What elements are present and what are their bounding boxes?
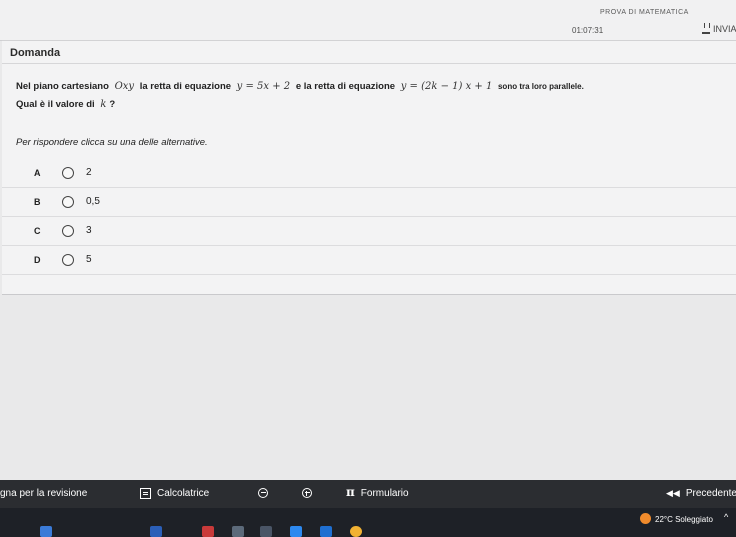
app-icon[interactable] — [150, 526, 162, 537]
zoom-in-button[interactable] — [302, 488, 312, 498]
question-text: Qual è il valore di — [16, 99, 95, 110]
send-button[interactable]: INVIA — [702, 23, 736, 34]
app-icon[interactable] — [290, 526, 302, 537]
question-mark: ? — [109, 99, 116, 110]
question-text: Nel piano cartesiano — [16, 81, 109, 92]
option-letter: C — [34, 226, 41, 236]
previous-icon: ◀◀ — [666, 488, 680, 498]
formula-label: Formulario — [360, 487, 409, 499]
footer-toolbar: gna per la revisione Calcolatrice π Form… — [0, 480, 736, 508]
timer: 01:07:31 — [572, 26, 604, 35]
option-letter: B — [34, 197, 41, 207]
app-icon[interactable] — [350, 526, 362, 537]
app-icon[interactable] — [260, 526, 272, 537]
chevron-up-icon[interactable]: ^ — [724, 512, 728, 522]
section-title: Domanda — [10, 47, 61, 59]
zoom-in-icon — [302, 488, 312, 498]
calculator-button[interactable]: Calcolatrice — [140, 488, 209, 499]
question-text: sono tra loro parallele. — [497, 82, 584, 91]
zoom-out-button[interactable] — [258, 488, 268, 498]
option-c[interactable]: C 3 — [2, 217, 736, 246]
os-taskbar — [0, 508, 736, 537]
review-label: gna per la revisione — [0, 488, 88, 499]
variable: k — [100, 99, 107, 110]
question-text: e la retta di equazione — [295, 81, 396, 92]
option-a[interactable]: A 2 — [2, 159, 736, 188]
radio-button[interactable] — [62, 225, 74, 237]
question-text-line2: Qual è il valore di k? — [16, 99, 115, 110]
weather-icon[interactable] — [640, 513, 651, 524]
equation-1: y = 5x + 2 — [236, 81, 291, 92]
top-header: PROVA DI MATEMATICA 01:07:31 INVIA — [0, 0, 736, 41]
app-icon[interactable] — [40, 526, 52, 537]
option-b[interactable]: B 0,5 — [2, 188, 736, 217]
radio-button[interactable] — [62, 167, 74, 179]
calculator-icon — [140, 488, 151, 499]
instructions: Per rispondere clicca su una delle alter… — [16, 137, 208, 148]
radio-button[interactable] — [62, 254, 74, 266]
option-value: 3 — [86, 225, 92, 236]
option-letter: A — [34, 168, 41, 178]
option-letter: D — [34, 255, 41, 265]
app-icon[interactable] — [232, 526, 244, 537]
radio-button[interactable] — [62, 196, 74, 208]
test-title: PROVA DI MATEMATICA — [600, 9, 689, 16]
formula-button[interactable]: π Formulario — [346, 485, 409, 499]
send-icon — [702, 23, 710, 34]
plane-symbol: Oxy — [114, 81, 135, 92]
option-d[interactable]: D 5 — [2, 246, 736, 275]
app-icon[interactable] — [320, 526, 332, 537]
weather-label[interactable]: 22°C Soleggiato — [655, 515, 713, 524]
equation-2: y = (2k − 1) x + 1 — [400, 81, 493, 92]
option-value: 0,5 — [86, 196, 100, 207]
question-card: Domanda Nel piano cartesiano Oxy la rett… — [2, 40, 736, 295]
previous-label: Precedente — [685, 488, 736, 499]
question-text: la retta di equazione — [139, 81, 232, 92]
previous-button[interactable]: ◀◀ Precedente — [666, 488, 736, 499]
review-button[interactable]: gna per la revisione — [0, 488, 87, 499]
divider — [2, 63, 736, 64]
pi-icon: π — [346, 485, 355, 499]
zoom-out-icon — [258, 488, 268, 498]
send-label: INVIA — [713, 23, 736, 34]
option-value: 2 — [86, 167, 92, 178]
calculator-label: Calcolatrice — [157, 488, 210, 499]
option-value: 5 — [86, 254, 92, 265]
app-icon[interactable] — [202, 526, 214, 537]
question-text-line1: Nel piano cartesiano Oxy la retta di equ… — [16, 81, 584, 92]
